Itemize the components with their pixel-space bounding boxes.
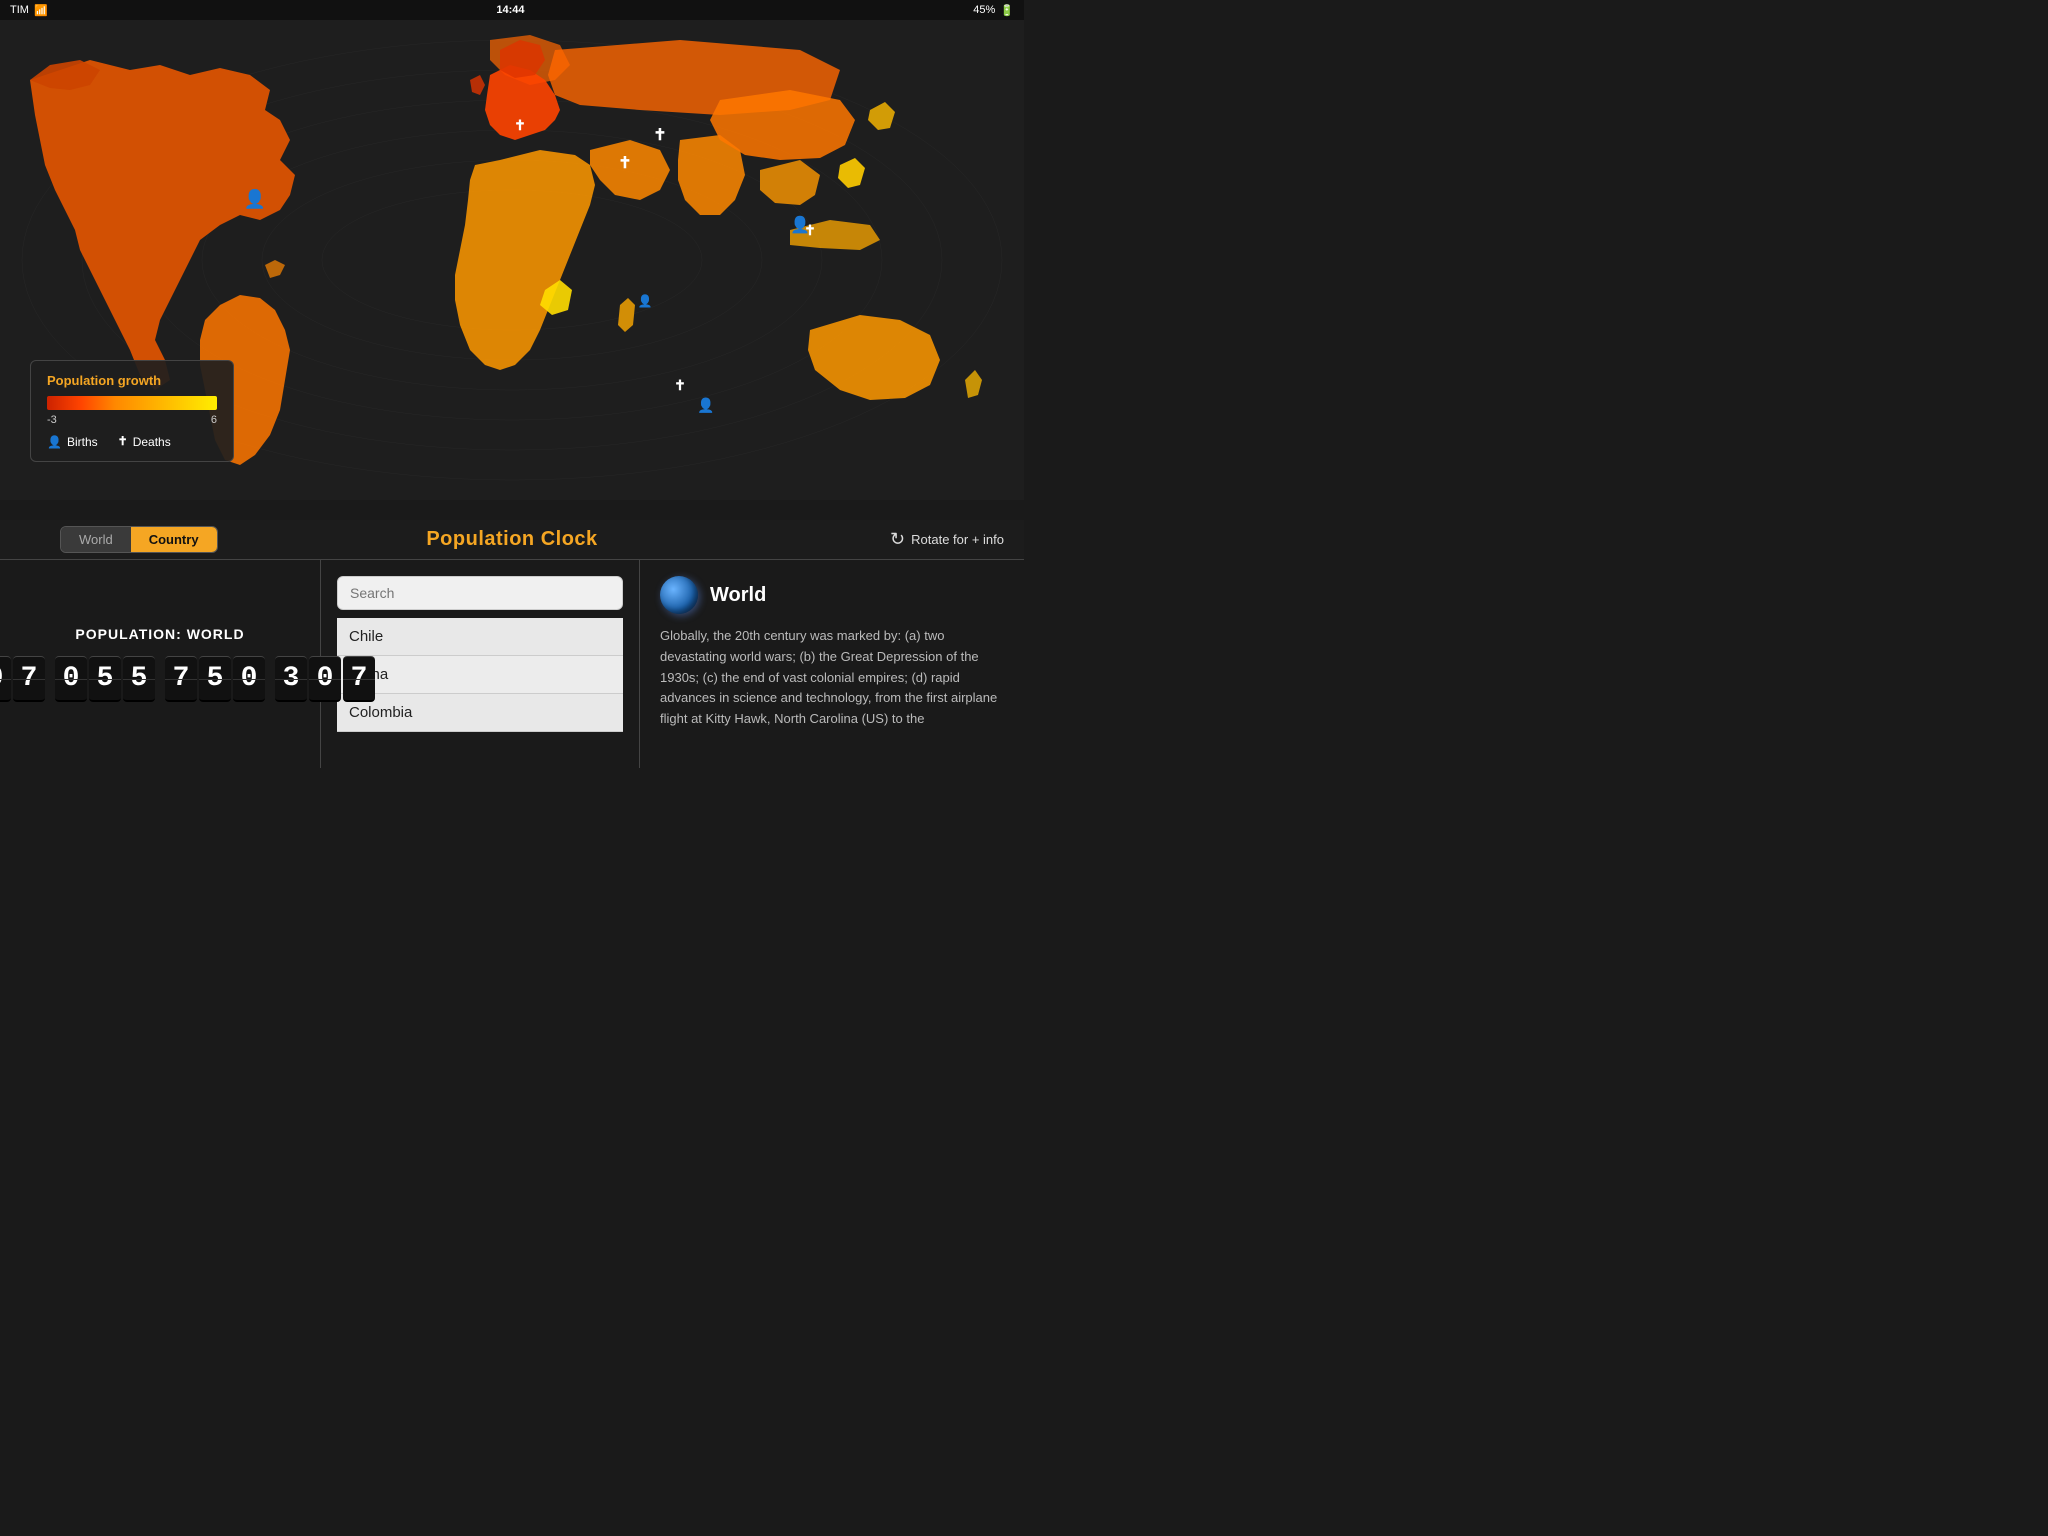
digit-2: 7 xyxy=(13,656,45,702)
digit-sep-2 xyxy=(159,656,161,702)
svg-text:✝: ✝ xyxy=(618,155,631,172)
globe-icon xyxy=(660,576,698,614)
births-label: Births xyxy=(67,435,98,449)
scale-min: -3 xyxy=(47,414,57,426)
digit-group-3: 7 5 0 xyxy=(165,656,265,702)
digit-1: 0 xyxy=(0,656,11,702)
rotate-icon: ↻ xyxy=(890,529,905,550)
population-label: POPULATION: WORLD xyxy=(75,626,244,642)
tab-country[interactable]: Country xyxy=(131,527,217,552)
svg-text:✝: ✝ xyxy=(653,127,666,144)
digit-group-1: 0 0 7 xyxy=(0,656,45,702)
battery-label: 45% xyxy=(973,4,995,16)
tab-bar: World Country Population Clock ↻ Rotate … xyxy=(0,520,1024,560)
search-input[interactable] xyxy=(337,576,623,610)
digit-8: 0 xyxy=(233,656,265,702)
legend-scale: -3 6 xyxy=(47,414,217,426)
digit-11: 7 xyxy=(343,656,375,702)
digit-9: 3 xyxy=(275,656,307,702)
list-item[interactable]: Colombia xyxy=(337,694,623,732)
digit-7: 5 xyxy=(199,656,231,702)
svg-text:👤: 👤 xyxy=(244,188,266,209)
pop-bold-text: WORLD xyxy=(187,626,245,642)
svg-text:👤: 👤 xyxy=(638,294,653,308)
deaths-icon: ✝ xyxy=(118,434,128,449)
tab-world[interactable]: World xyxy=(61,527,131,552)
births-icon: 👤 xyxy=(47,435,62,449)
deaths-legend: ✝ Deaths xyxy=(118,434,171,449)
bottom-content: POPULATION: WORLD 0 0 7 0 5 5 7 5 0 3 xyxy=(0,560,1024,768)
info-panel: World Globally, the 20th century was mar… xyxy=(640,560,1024,768)
status-left: TIM 📶 xyxy=(10,4,48,17)
info-text: Globally, the 20th century was marked by… xyxy=(660,626,1004,730)
digit-4: 5 xyxy=(89,656,121,702)
status-right: 45% 🔋 xyxy=(973,4,1014,17)
digit-group-2: 0 5 5 xyxy=(55,656,155,702)
scale-max: 6 xyxy=(211,414,217,426)
digit-sep-1 xyxy=(49,656,51,702)
list-item[interactable]: Chile xyxy=(337,618,623,656)
digit-group-4: 3 0 7 xyxy=(275,656,375,702)
births-legend: 👤 Births xyxy=(47,434,98,449)
status-bar: TIM 📶 14:44 45% 🔋 xyxy=(0,0,1024,20)
map-area[interactable]: 👤 👤 👤 ✝ ✝ ✝ ✝ ✝ 👤 Population growth -3 6… xyxy=(0,20,1024,500)
digit-6: 7 xyxy=(165,656,197,702)
rotate-label: Rotate for + info xyxy=(911,532,1004,547)
digit-10: 0 xyxy=(309,656,341,702)
svg-text:✝: ✝ xyxy=(674,379,686,394)
digit-5: 5 xyxy=(123,656,155,702)
tab-group[interactable]: World Country xyxy=(60,526,218,553)
wifi-icon: 📶 xyxy=(34,4,48,17)
population-digits: 0 0 7 0 5 5 7 5 0 3 0 7 xyxy=(0,656,375,702)
pop-label-text: POPULATION: xyxy=(75,626,186,642)
svg-text:👤: 👤 xyxy=(697,397,714,414)
legend-title: Population growth xyxy=(47,373,217,388)
svg-text:✝: ✝ xyxy=(804,224,816,239)
rotate-button[interactable]: ↻ Rotate for + info xyxy=(890,529,1004,550)
time-display: 14:44 xyxy=(496,4,524,16)
carrier-label: TIM xyxy=(10,4,29,16)
population-counter: POPULATION: WORLD 0 0 7 0 5 5 7 5 0 3 xyxy=(0,560,320,768)
battery-icon: 🔋 xyxy=(1000,4,1014,17)
info-header: World xyxy=(660,576,1004,614)
legend-panel: Population growth -3 6 👤 Births ✝ Deaths xyxy=(30,360,234,462)
legend-icons: 👤 Births ✝ Deaths xyxy=(47,434,217,449)
svg-text:✝: ✝ xyxy=(514,119,526,134)
info-title: World xyxy=(710,584,766,607)
digit-sep-3 xyxy=(269,656,271,702)
list-item[interactable]: China xyxy=(337,656,623,694)
digit-3: 0 xyxy=(55,656,87,702)
page-title: Population Clock xyxy=(426,528,597,551)
deaths-label: Deaths xyxy=(133,435,171,449)
legend-gradient xyxy=(47,396,217,410)
